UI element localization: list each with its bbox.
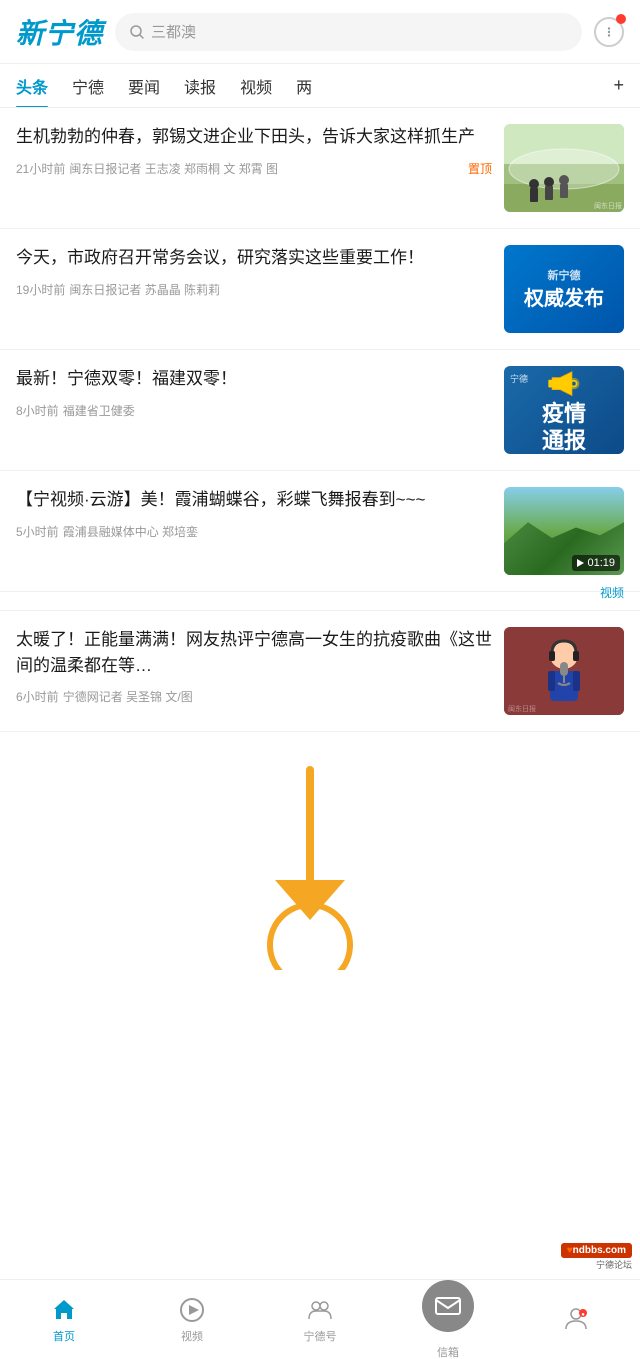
tab-ningde[interactable]: 宁德 xyxy=(72,64,104,108)
news-meta-5: 6小时前 宁德网记者 吴圣锦 文/图 xyxy=(16,688,492,705)
news-item-5[interactable]: 太暖了！正能量满满！网友热评宁德高一女生的抗疫歌曲《这世间的温柔都在等… 6小时… xyxy=(0,611,640,732)
news-item-2[interactable]: 今天，市政府召开常务会议，研究落实这些重要工作！ 19小时前 闽东日报记者 苏晶… xyxy=(0,229,640,350)
video-tag-4: 视频 xyxy=(600,586,624,600)
bottom-nav-me[interactable]: ● xyxy=(512,1304,640,1336)
authority-title: 权威发布 xyxy=(524,287,604,311)
news-title-5: 太暖了！正能量满满！网友热评宁德高一女生的抗疫歌曲《这世间的温柔都在等… xyxy=(16,627,492,678)
news-thumb-2: 新宁德 权威发布 xyxy=(504,245,624,333)
news-source-3: 福建省卫健委 xyxy=(63,402,135,419)
news-thumb-5: 闽东日报 xyxy=(504,627,624,715)
news-source-1: 闽东日报记者 王志凌 郑雨桐 文 郑霄 图 xyxy=(69,160,278,177)
farm-image: 闽东日报 xyxy=(504,124,624,212)
ningdehao-label: 宁德号 xyxy=(304,1328,337,1344)
video-label: 视频 xyxy=(181,1328,203,1344)
news-title-3: 最新！宁德双零！福建双零！ xyxy=(16,366,492,392)
epidemic-small-label: 宁德 xyxy=(510,372,528,385)
news-item-4[interactable]: 【宁视频·云游】美！霞浦蝴蝶谷，彩蝶飞舞报春到~~~ 5小时前 霞浦县融媒体中心… xyxy=(0,471,640,592)
news-time-2: 19小时前 xyxy=(16,281,65,298)
tab-toutiao[interactable]: 头条 xyxy=(16,64,48,108)
news-item-3[interactable]: 最新！宁德双零！福建双零！ 8小时前 福建省卫健委 宁德 疫情 通报 xyxy=(0,350,640,471)
tab-liang[interactable]: 两 xyxy=(296,64,312,108)
video-duration-4: 01:19 xyxy=(572,555,620,571)
xinxiang-label: 信箱 xyxy=(437,1344,459,1359)
news-time-4: 5小时前 xyxy=(16,523,59,540)
news-time-3: 8小时前 xyxy=(16,402,59,419)
megaphone-icon xyxy=(544,366,584,401)
app-logo[interactable]: 新宁德 xyxy=(16,12,103,52)
epidemic-text: 疫情 通报 xyxy=(542,401,586,454)
search-icon xyxy=(129,24,145,40)
svg-text:●: ● xyxy=(581,1312,585,1318)
news-thumb-4: 01:19 xyxy=(504,487,624,575)
search-bar[interactable]: 三都澳 xyxy=(115,13,582,51)
news-thumb-3: 宁德 疫情 通报 xyxy=(504,366,624,454)
pinned-badge-1: 置顶 xyxy=(468,160,492,177)
tab-dubao[interactable]: 读报 xyxy=(184,64,216,108)
menu-icon xyxy=(602,25,616,39)
news-meta-3: 8小时前 福建省卫健委 xyxy=(16,402,492,419)
play-icon-4 xyxy=(577,559,584,567)
news-list: 生机勃勃的仲春，郭锡文进企业下田头，告诉大家这样抓生产 21小时前 闽东日报记者… xyxy=(0,108,640,732)
home-label: 首页 xyxy=(53,1328,75,1344)
user-icon: ● xyxy=(562,1304,590,1332)
news-content-5: 太暖了！正能量满满！网友热评宁德高一女生的抗疫歌曲《这世间的温柔都在等… 6小时… xyxy=(16,627,492,705)
notification-dot xyxy=(616,14,626,24)
news-content-1: 生机勃勃的仲春，郭锡文进企业下田头，告诉大家这样抓生产 21小时前 闽东日报记者… xyxy=(16,124,492,177)
home-icon xyxy=(50,1296,78,1324)
news-thumb-1: 闽东日报 xyxy=(504,124,624,212)
news-source-2: 闽东日报记者 苏晶晶 陈莉莉 xyxy=(69,281,220,298)
watermark-logo: ♥ndbbs.com xyxy=(561,1243,632,1258)
news-content-2: 今天，市政府召开常务会议，研究落实这些重要工作！ 19小时前 闽东日报记者 苏晶… xyxy=(16,245,492,298)
tab-yaowen[interactable]: 要闻 xyxy=(128,64,160,108)
news-time-1: 21小时前 xyxy=(16,160,65,177)
news-title-4: 【宁视频·云游】美！霞浦蝴蝶谷，彩蝶飞舞报春到~~~ xyxy=(16,487,492,513)
group-icon xyxy=(306,1296,334,1324)
news-source-4: 霞浦县融媒体中心 郑培銮 xyxy=(63,523,198,540)
news-title-2: 今天，市政府召开常务会议，研究落实这些重要工作！ xyxy=(16,245,492,271)
bottom-nav: 首页 视频 宁德号 信箱 xyxy=(0,1279,640,1359)
nav-tabs-more[interactable]: + xyxy=(613,75,624,96)
news-meta-4: 5小时前 霞浦县融媒体中心 郑培銮 xyxy=(16,523,492,540)
svg-text:闽东日报: 闽东日报 xyxy=(594,201,622,210)
authority-logo: 新宁德 xyxy=(548,267,581,283)
news-item-1[interactable]: 生机勃勃的仲春，郭锡文进企业下田头，告诉大家这样抓生产 21小时前 闽东日报记者… xyxy=(0,108,640,229)
search-text: 三都澳 xyxy=(151,21,196,42)
news-meta-2: 19小时前 闽东日报记者 苏晶晶 陈莉莉 xyxy=(16,281,492,298)
logo-text: 新宁德 xyxy=(16,18,103,49)
bottom-watermark: ♥ndbbs.com 宁德论坛 xyxy=(557,1239,636,1275)
svg-text:闽东日报: 闽东日报 xyxy=(508,704,536,713)
bottom-nav-ningdehao[interactable]: 宁德号 xyxy=(256,1296,384,1344)
singer-image: 闽东日报 xyxy=(504,627,624,715)
news-source-5: 宁德网记者 吴圣锦 文/图 xyxy=(63,688,193,705)
bottom-nav-home[interactable]: 首页 xyxy=(0,1296,128,1344)
news-meta-1: 21小时前 闽东日报记者 王志凌 郑雨桐 文 郑霄 图 置顶 xyxy=(16,160,492,177)
news-title-1: 生机勃勃的仲春，郭锡文进企业下田头，告诉大家这样抓生产 xyxy=(16,124,492,150)
news-time-5: 6小时前 xyxy=(16,688,59,705)
mail-icon xyxy=(434,1292,462,1320)
xinxiang-center-button[interactable] xyxy=(422,1280,474,1332)
header: 新宁德 三都澳 xyxy=(0,0,640,64)
bottom-nav-xinxiang[interactable]: 信箱 xyxy=(384,1280,512,1359)
tab-shipin[interactable]: 视频 xyxy=(240,64,272,108)
news-content-3: 最新！宁德双零！福建双零！ 8小时前 福建省卫健委 xyxy=(16,366,492,419)
watermark-sub: 宁德论坛 xyxy=(596,1258,632,1271)
play-circle-icon xyxy=(178,1296,206,1324)
news-content-4: 【宁视频·云游】美！霞浦蝴蝶谷，彩蝶飞舞报春到~~~ 5小时前 霞浦县融媒体中心… xyxy=(16,487,492,540)
nav-tabs: 头条 宁德 要闻 读报 视频 两 + xyxy=(0,64,640,108)
bottom-nav-video[interactable]: 视频 xyxy=(128,1296,256,1344)
